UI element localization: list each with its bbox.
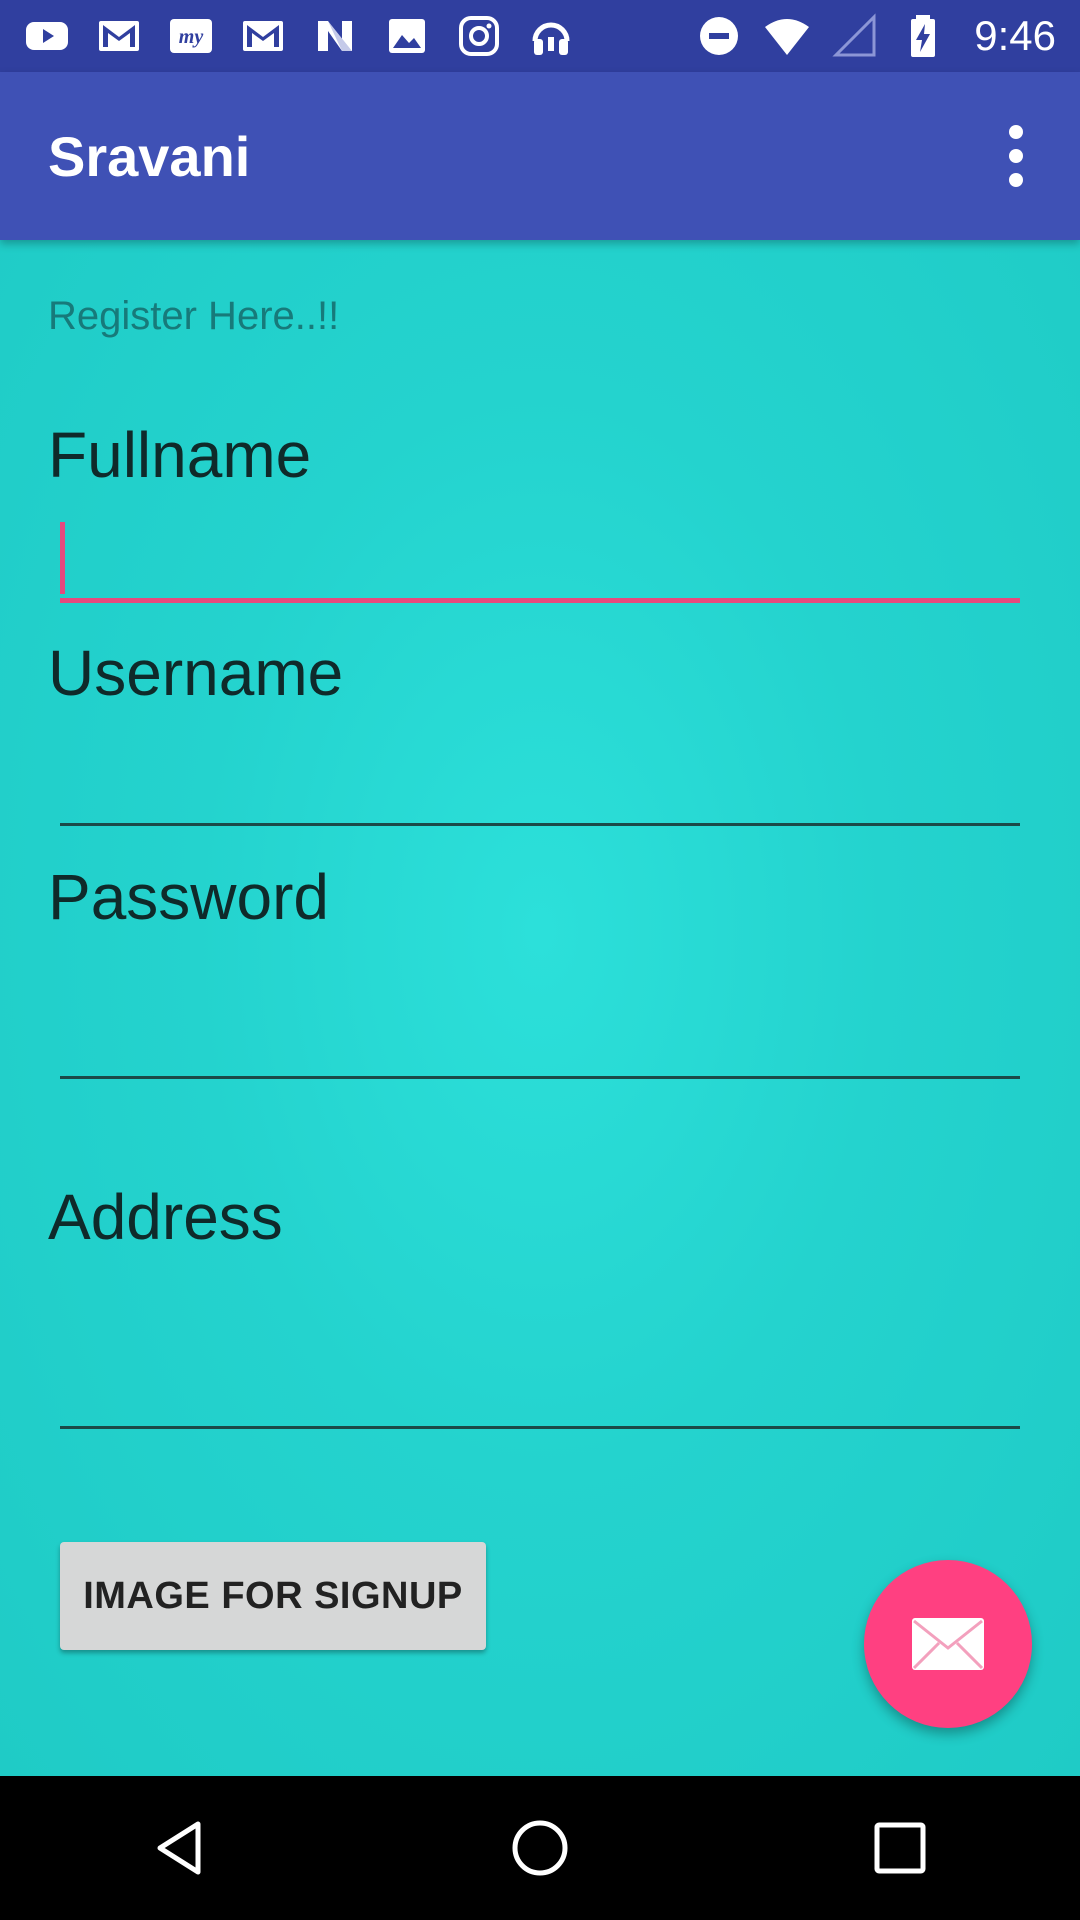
status-bar: my 9:46 <box>0 0 1080 72</box>
email-fab-button[interactable] <box>864 1560 1032 1728</box>
app-bar: Sravani <box>0 72 1080 240</box>
do-not-disturb-icon <box>696 13 742 59</box>
wifi-icon <box>764 13 810 59</box>
n-icon <box>312 13 358 59</box>
password-label: Password <box>48 861 329 933</box>
password-input[interactable] <box>60 990 1020 1070</box>
home-icon[interactable] <box>480 1788 600 1908</box>
notification-icons: my <box>24 13 574 59</box>
recents-icon[interactable] <box>840 1788 960 1908</box>
instagram-icon <box>456 13 502 59</box>
more-vert-icon[interactable] <box>986 106 1046 206</box>
svg-text:my: my <box>179 26 204 48</box>
username-label: Username <box>48 637 344 709</box>
registration-form: Register Here..!! Fullname Username Pass… <box>0 240 1080 1776</box>
gmail-icon <box>96 13 142 59</box>
fullname-label: Fullname <box>48 419 312 491</box>
fullname-input[interactable] <box>60 522 1020 602</box>
fullname-underline <box>60 598 1020 603</box>
form-heading: Register Here..!! <box>48 294 340 338</box>
gallery-icon <box>384 13 430 59</box>
address-underline <box>60 1426 1020 1429</box>
address-input[interactable] <box>60 1340 1020 1420</box>
email-icon <box>912 1618 984 1670</box>
gmail-icon <box>240 13 286 59</box>
text-cursor <box>60 522 65 594</box>
username-input[interactable] <box>60 736 1020 816</box>
battery-charging-icon <box>900 13 946 59</box>
headphones-icon <box>528 13 574 59</box>
signal-icon <box>832 13 878 59</box>
address-label: Address <box>48 1181 283 1253</box>
app-title: Sravani <box>48 124 251 188</box>
navigation-bar <box>0 1776 1080 1920</box>
password-underline <box>60 1076 1020 1079</box>
myntra-icon: my <box>168 13 214 59</box>
image-for-signup-button[interactable]: IMAGE FOR SIGNUP <box>60 1542 486 1650</box>
username-underline <box>60 823 1020 826</box>
status-time: 9:46 <box>974 12 1056 59</box>
system-icons: 9:46 <box>696 12 1056 60</box>
youtube-icon <box>24 13 70 59</box>
back-icon[interactable] <box>120 1788 240 1908</box>
